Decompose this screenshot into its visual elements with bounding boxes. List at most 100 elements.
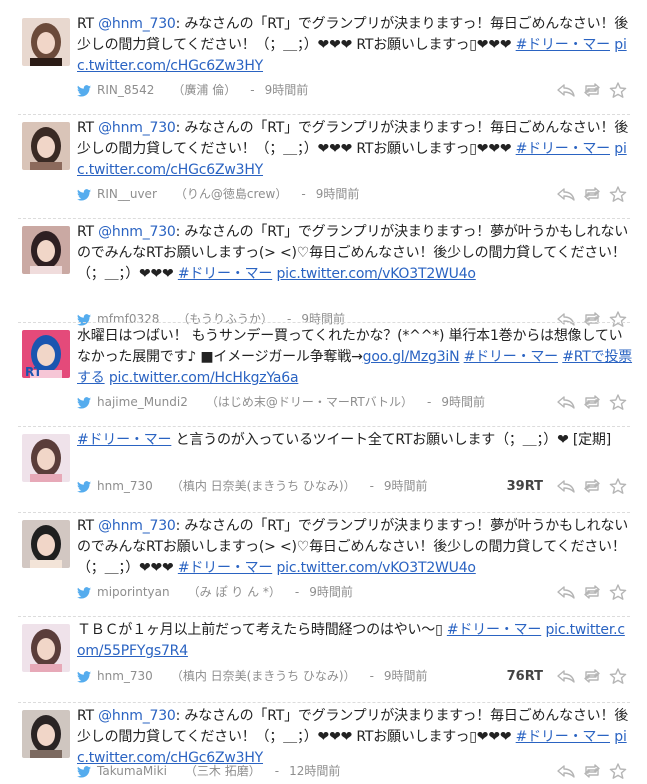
timestamp-link[interactable]: 9時間前 bbox=[316, 187, 360, 201]
star-icon[interactable] bbox=[609, 668, 627, 684]
username-link[interactable]: hajime_Mundi2 bbox=[97, 395, 188, 409]
avatar[interactable] bbox=[22, 226, 70, 274]
username-link[interactable]: hnm_730 bbox=[97, 479, 153, 493]
tweet-actions: 76RT bbox=[507, 666, 627, 686]
mention-link[interactable]: @hnm_730 bbox=[98, 120, 176, 136]
twitter-bird-icon bbox=[77, 188, 91, 201]
tweet-item: RT @hnm_730: みなさんの「RT」でグランプリが決まりますっ！毎日ごめ… bbox=[0, 118, 647, 222]
hashtag-link[interactable]: #ドリー・マー bbox=[178, 266, 273, 282]
hashtag-link[interactable]: #ドリー・マー bbox=[77, 432, 172, 448]
tweet-text: RT @hnm_730: みなさんの「RT」でグランプリが決まりますっ！毎日ごめ… bbox=[77, 118, 633, 181]
username-link[interactable]: mfmf0328 bbox=[97, 312, 159, 326]
retweet-icon[interactable] bbox=[583, 763, 601, 779]
star-icon[interactable] bbox=[609, 394, 627, 410]
hashtag-link[interactable]: #ドリー・マー bbox=[447, 622, 542, 638]
twitter-bird-icon bbox=[77, 480, 91, 493]
reply-icon[interactable] bbox=[557, 478, 575, 494]
tweet-actions bbox=[549, 392, 627, 412]
reply-icon[interactable] bbox=[557, 763, 575, 779]
url-link[interactable]: goo.gl/Mzg3iN bbox=[363, 349, 460, 365]
timestamp-link[interactable]: 9時間前 bbox=[384, 669, 428, 683]
reply-icon[interactable] bbox=[557, 394, 575, 410]
timestamp-link[interactable]: 9時間前 bbox=[309, 585, 353, 599]
retweet-count: 76RT bbox=[506, 668, 543, 684]
url-link[interactable]: pic.twitter.com/HcHkgzYa6a bbox=[109, 370, 299, 386]
tweet-text-segment: RT bbox=[77, 708, 99, 724]
tweet-text: 水曜日はつばい！ もうサンデー買ってくれたかな？(*^^*) 単行本1巻からは想… bbox=[77, 326, 633, 389]
reply-icon[interactable] bbox=[557, 311, 575, 327]
retweet-icon[interactable] bbox=[583, 186, 601, 202]
retweet-icon[interactable] bbox=[583, 668, 601, 684]
avatar[interactable]: RT bbox=[22, 330, 70, 378]
avatar[interactable] bbox=[22, 520, 70, 568]
username-link[interactable]: RIN__uver bbox=[97, 187, 157, 201]
tweet-text-segment: RT bbox=[77, 518, 99, 534]
mention-link[interactable]: @hnm_730 bbox=[98, 16, 176, 32]
username-link[interactable]: RIN_8542 bbox=[97, 83, 154, 97]
tweet-text: RT @hnm_730: みなさんの「RT」でグランプリが決まりますっ！夢が叶う… bbox=[77, 222, 633, 285]
hashtag-link[interactable]: #ドリー・マー bbox=[178, 560, 273, 576]
timestamp-link[interactable]: 9時間前 bbox=[301, 312, 345, 326]
display-name: （りん@徳島crew） bbox=[174, 187, 288, 201]
hashtag-link[interactable]: #ドリー・マー bbox=[516, 141, 611, 157]
avatar[interactable] bbox=[22, 122, 70, 170]
tweet-actions bbox=[549, 761, 627, 781]
hashtag-link[interactable]: #ドリー・マー bbox=[516, 729, 611, 745]
avatar[interactable] bbox=[22, 624, 70, 672]
reply-icon[interactable] bbox=[557, 584, 575, 600]
star-icon[interactable] bbox=[609, 763, 627, 779]
reply-icon[interactable] bbox=[557, 186, 575, 202]
twitter-bird-icon bbox=[77, 313, 91, 326]
retweet-icon[interactable] bbox=[583, 311, 601, 327]
avatar[interactable] bbox=[22, 434, 70, 482]
retweet-icon[interactable] bbox=[583, 394, 601, 410]
star-icon[interactable] bbox=[609, 584, 627, 600]
star-icon[interactable] bbox=[609, 186, 627, 202]
tweet-divider bbox=[18, 114, 630, 115]
tweet-item: RT 水曜日はつばい！ もうサンデー買ってくれたかな？(*^^*) 単行本1巻から… bbox=[0, 326, 647, 430]
twitter-bird-icon bbox=[77, 670, 91, 683]
tweet-item: RT @hnm_730: みなさんの「RT」でグランプリが決まりますっ！毎日ごめ… bbox=[0, 14, 647, 118]
avatar[interactable] bbox=[22, 710, 70, 758]
meta-separator: - bbox=[369, 669, 374, 683]
star-icon[interactable] bbox=[609, 82, 627, 98]
username-link[interactable]: TakumaMiki bbox=[97, 764, 167, 778]
hashtag-link[interactable]: #ドリー・マー bbox=[516, 37, 611, 53]
display-name: （廣浦 倫） bbox=[172, 83, 237, 97]
tweet-meta: miporintyan （み ぽ り ん *） -9時間前 bbox=[77, 584, 353, 600]
timestamp-link[interactable]: 12時間前 bbox=[289, 764, 340, 778]
reply-icon[interactable] bbox=[557, 668, 575, 684]
retweet-icon[interactable] bbox=[583, 478, 601, 494]
reply-icon[interactable] bbox=[557, 82, 575, 98]
tweet-text: #ドリー・マー と言うのが入っているツイート全てRTお願いします（；＿；）❤ [… bbox=[77, 430, 633, 451]
timestamp-link[interactable]: 9時間前 bbox=[384, 479, 428, 493]
retweet-icon[interactable] bbox=[583, 584, 601, 600]
star-icon[interactable] bbox=[609, 311, 627, 327]
meta-separator: - bbox=[301, 187, 306, 201]
url-link[interactable]: pic.twitter.com/vKO3T2WU4o bbox=[276, 266, 476, 282]
avatar-rt-label: RT bbox=[25, 365, 43, 378]
star-icon[interactable] bbox=[609, 478, 627, 494]
tweet-meta: hnm_730 （槙内 日奈美(まきうち ひなみ)） -9時間前 bbox=[77, 478, 428, 494]
hashtag-link[interactable]: #ドリー・マー bbox=[464, 349, 559, 365]
retweet-icon[interactable] bbox=[583, 82, 601, 98]
url-link[interactable]: pic.twitter.com/vKO3T2WU4o bbox=[276, 560, 476, 576]
mention-link[interactable]: @hnm_730 bbox=[98, 518, 176, 534]
display-name: （み ぽ り ん *） bbox=[187, 585, 281, 599]
avatar[interactable] bbox=[22, 18, 70, 66]
tweet-divider bbox=[18, 702, 630, 703]
tweet-text: RT @hnm_730: みなさんの「RT」でグランプリが決まりますっ！毎日ごめ… bbox=[77, 706, 633, 769]
mention-link[interactable]: @hnm_730 bbox=[98, 224, 176, 240]
display-name: （三木 拓磨） bbox=[184, 764, 261, 778]
username-link[interactable]: hnm_730 bbox=[97, 669, 153, 683]
timestamp-link[interactable]: 9時間前 bbox=[441, 395, 485, 409]
tweet-text-segment: RT bbox=[77, 16, 99, 32]
username-link[interactable]: miporintyan bbox=[97, 585, 170, 599]
tweet-item: #ドリー・マー と言うのが入っているツイート全てRTお願いします（；＿；）❤ [… bbox=[0, 430, 647, 516]
mention-link[interactable]: @hnm_730 bbox=[98, 708, 176, 724]
retweet-count: 39RT bbox=[506, 478, 543, 494]
twitter-bird-icon bbox=[77, 586, 91, 599]
tweet-text-segment: RT bbox=[77, 224, 99, 240]
timestamp-link[interactable]: 9時間前 bbox=[265, 83, 309, 97]
tweet-divider bbox=[18, 512, 630, 513]
